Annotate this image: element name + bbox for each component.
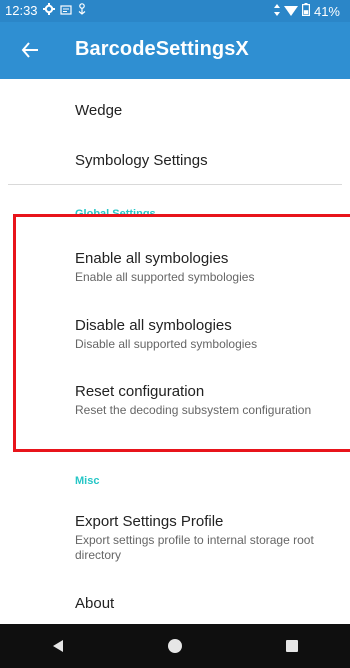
category-global-settings: Global Settings (75, 208, 156, 214)
page-title: BarcodeSettingsX (75, 38, 249, 60)
battery-icon (301, 3, 310, 19)
battery-percent: 41% (313, 3, 340, 19)
pref-title: Wedge (75, 102, 123, 119)
pref-item-wedge[interactable]: Wedge (75, 102, 330, 119)
app-bar: BarcodeSettingsX (0, 22, 350, 79)
status-right: 41% (273, 3, 340, 19)
divider (8, 184, 342, 185)
download-icon (77, 3, 87, 18)
category-misc: Misc (75, 475, 100, 487)
gear-icon (42, 3, 55, 18)
pref-item-about[interactable]: About (75, 595, 330, 612)
highlight-box (13, 214, 350, 452)
navigation-bar (0, 624, 350, 668)
pref-summary: Export settings profile to internal stor… (75, 533, 314, 562)
pref-item-export-settings-profile[interactable]: Export Settings Profile Export settings … (75, 513, 330, 563)
status-time: 12:33 (5, 3, 38, 18)
status-left: 12:33 (5, 3, 87, 18)
notification-icon (59, 3, 72, 18)
recents-square-icon[interactable] (272, 626, 312, 666)
pref-item-symbology-settings[interactable]: Symbology Settings (75, 152, 330, 169)
back-triangle-icon[interactable] (38, 626, 78, 666)
back-arrow-icon[interactable] (18, 38, 42, 62)
pref-title: Export Settings Profile (75, 513, 224, 530)
data-arrows-icon (273, 3, 280, 19)
pref-title: About (75, 595, 115, 612)
wifi-icon (283, 4, 298, 19)
status-bar: 12:33 41% (0, 0, 350, 22)
home-circle-icon[interactable] (155, 626, 195, 666)
pref-title: Symbology Settings (75, 152, 208, 169)
